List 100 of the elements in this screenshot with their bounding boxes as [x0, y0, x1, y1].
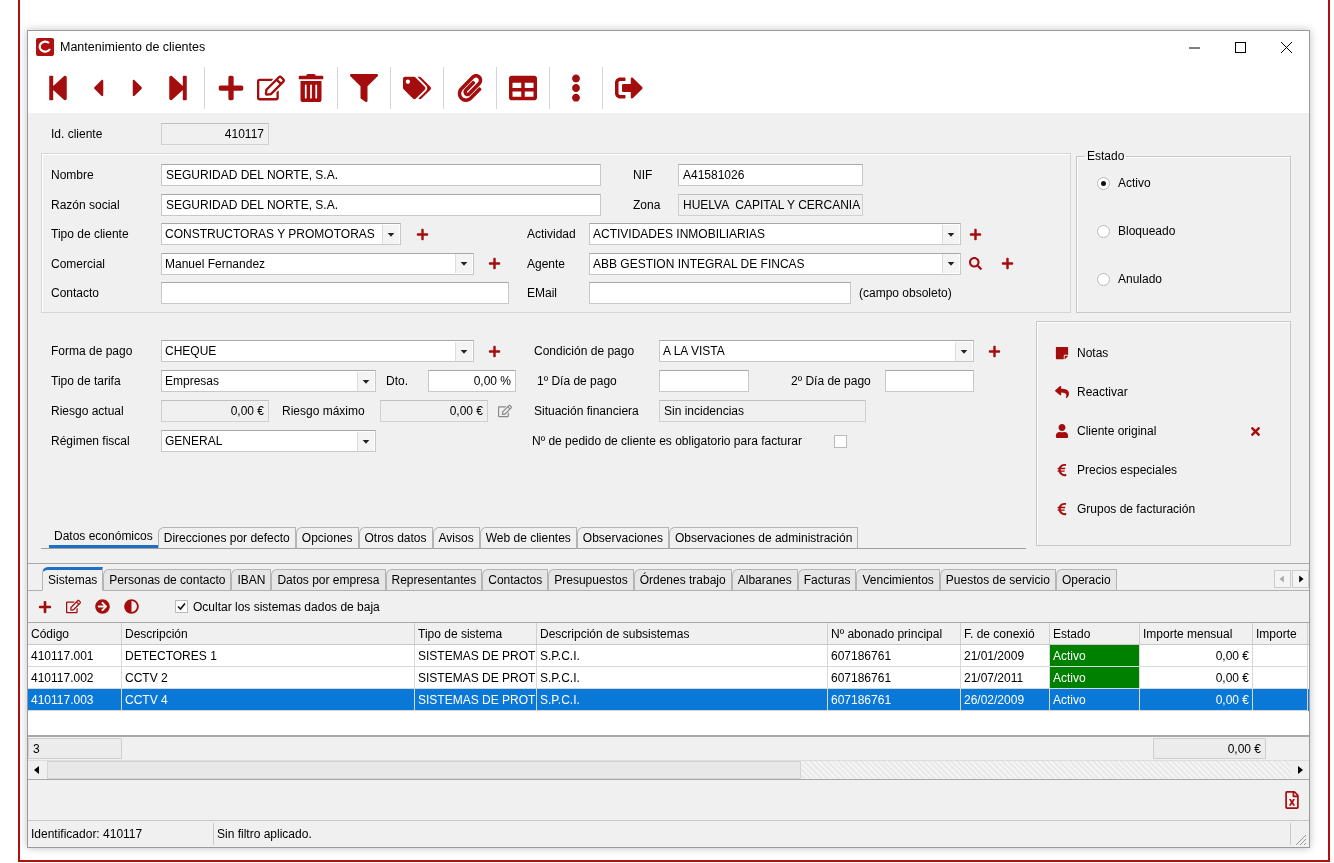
- tab[interactable]: Representantes: [385, 569, 483, 591]
- text-field[interactable]: [659, 370, 749, 392]
- radio-button[interactable]: [1097, 176, 1110, 190]
- table-row[interactable]: 410117.001 DETECTORES 1 SISTEMAS DE PROT S.P.C.I. 607186761 21/01/2009 Activo 0,00 €: [28, 645, 1309, 667]
- tab[interactable]: IBAN: [231, 569, 272, 591]
- tab[interactable]: Facturas: [797, 569, 857, 591]
- excel-icon[interactable]: [1283, 791, 1301, 809]
- caret-icon[interactable]: [942, 224, 959, 244]
- tab[interactable]: Sistemas: [42, 567, 104, 591]
- clear-icon[interactable]: [1249, 424, 1262, 438]
- tab[interactable]: Puestos de servicio: [939, 569, 1056, 591]
- add-icon[interactable]: [968, 227, 982, 241]
- trash-icon[interactable]: [297, 74, 325, 102]
- euro-icon: [1055, 502, 1069, 516]
- action-link[interactable]: Grupos de facturación: [1077, 502, 1262, 516]
- dropdown-field[interactable]: ACTIVIDADES INMOBILIARIAS: [589, 223, 961, 245]
- action-link[interactable]: Notas: [1077, 346, 1262, 360]
- tab[interactable]: Web de clientes: [479, 527, 577, 549]
- table-cell: 607186761: [828, 689, 961, 711]
- paperclip-icon[interactable]: [456, 74, 484, 102]
- column-header[interactable]: Importe mensual: [1140, 623, 1253, 644]
- tab[interactable]: Direcciones por defecto: [157, 527, 296, 549]
- caret-icon[interactable]: [455, 341, 472, 361]
- tags-icon[interactable]: [403, 74, 431, 102]
- radio-label: Activo: [1118, 176, 1151, 190]
- edit-icon[interactable]: [257, 74, 285, 102]
- column-header[interactable]: Estado: [1050, 623, 1140, 644]
- add-icon[interactable]: [38, 599, 52, 614]
- tab[interactable]: Avisos: [432, 527, 480, 549]
- tab[interactable]: Otros datos: [358, 527, 433, 549]
- caret-icon[interactable]: [955, 341, 972, 361]
- tab[interactable]: Albaranes: [731, 569, 798, 591]
- status-text: Sin filtro aplicado.: [214, 822, 1291, 845]
- field-label: Actividad: [527, 227, 577, 241]
- add-icon[interactable]: [217, 74, 245, 102]
- checkbox[interactable]: [175, 600, 188, 613]
- dropdown-field[interactable]: Empresas: [161, 370, 376, 392]
- text-field[interactable]: [885, 370, 974, 392]
- edit-icon[interactable]: [66, 599, 81, 614]
- tab[interactable]: Opciones: [295, 527, 359, 549]
- action-link[interactable]: Cliente original: [1077, 424, 1241, 438]
- tab[interactable]: Observaciones de administración: [668, 527, 859, 549]
- add-icon[interactable]: [1000, 257, 1014, 270]
- column-header[interactable]: Nº abonado principal: [828, 623, 961, 644]
- add-icon[interactable]: [487, 257, 501, 270]
- resize-grip-icon[interactable]: [1293, 832, 1307, 846]
- caret-icon[interactable]: [382, 224, 399, 244]
- text-field[interactable]: [161, 282, 509, 304]
- dropdown-field[interactable]: CONSTRUCTORAS Y PROMOTORAS: [161, 223, 401, 245]
- maximize-icon[interactable]: [1234, 41, 1246, 53]
- field-label: 2º Día de pago: [791, 374, 872, 388]
- caret-icon[interactable]: [942, 254, 959, 273]
- caret-icon[interactable]: [357, 371, 374, 391]
- field-label: Tipo de cliente: [51, 227, 130, 241]
- caret-icon[interactable]: [357, 431, 374, 451]
- radio-button[interactable]: [1097, 224, 1110, 238]
- tab[interactable]: Vencimientos: [856, 569, 940, 591]
- table-row[interactable]: 410117.002 CCTV 2 SISTEMAS DE PROT S.P.C.I. 607186761 21/07/2011 Activo 0,00 €: [28, 667, 1309, 689]
- tab[interactable]: Contactos: [482, 569, 549, 591]
- add-icon[interactable]: [987, 344, 1001, 358]
- tab[interactable]: Personas de contacto: [103, 569, 232, 591]
- tab[interactable]: Observaciones: [576, 527, 669, 549]
- scroll-right-icon[interactable]: [1292, 570, 1309, 588]
- radio-button[interactable]: [1097, 272, 1110, 286]
- dropdown-field[interactable]: CHEQUE: [161, 340, 474, 362]
- tab[interactable]: Operacio: [1055, 569, 1117, 591]
- column-header[interactable]: Tipo de sistema: [415, 623, 537, 644]
- column-header[interactable]: Importe: [1253, 623, 1308, 644]
- tab[interactable]: Órdenes trabajo: [633, 569, 732, 591]
- add-icon[interactable]: [487, 344, 501, 358]
- text-field[interactable]: SEGURIDAD DEL NORTE, S.A.: [161, 193, 601, 216]
- action-link[interactable]: Reactivar: [1077, 385, 1262, 399]
- close-icon[interactable]: [1280, 41, 1292, 53]
- text-field[interactable]: 0,00 %: [428, 370, 516, 392]
- dropdown-field[interactable]: ABB GESTION INTEGRAL DE FINCAS: [589, 252, 961, 275]
- dropdown-field[interactable]: GENERAL: [161, 430, 376, 452]
- checkbox[interactable]: [834, 434, 847, 448]
- filter-icon[interactable]: [350, 74, 378, 102]
- tab[interactable]: Datos por empresa: [271, 569, 386, 591]
- column-header[interactable]: Código: [28, 623, 122, 644]
- text-field[interactable]: [589, 282, 851, 304]
- caret-icon[interactable]: [455, 254, 472, 273]
- column-header[interactable]: Descripción: [122, 623, 415, 644]
- dropdown-field[interactable]: A LA VISTA: [659, 340, 974, 362]
- search-icon[interactable]: [968, 257, 982, 270]
- add-icon[interactable]: [415, 227, 429, 241]
- text-field[interactable]: A41581026: [678, 164, 863, 186]
- table-icon[interactable]: [509, 74, 537, 102]
- field-label: Riesgo máximo: [282, 404, 366, 418]
- scrollbar-thumb[interactable]: [47, 761, 801, 779]
- dropdown-field[interactable]: Manuel Fernandez: [161, 252, 474, 275]
- status-cell: Activo: [1050, 645, 1140, 667]
- tab[interactable]: Presupuestos: [548, 569, 634, 591]
- table-cell: CCTV 4: [122, 689, 415, 711]
- app-logo: [36, 38, 54, 56]
- column-header[interactable]: Descripción de subsistemas: [537, 623, 828, 644]
- text-field[interactable]: SEGURIDAD DEL NORTE, S.A.: [161, 164, 601, 186]
- table-row[interactable]: 410117.003 CCTV 4 SISTEMAS DE PROT S.P.C.I. 607186761 26/02/2009 Activo 0,00 €: [28, 689, 1309, 711]
- column-header[interactable]: F. de conexió: [961, 623, 1050, 644]
- action-link[interactable]: Precios especiales: [1077, 463, 1262, 477]
